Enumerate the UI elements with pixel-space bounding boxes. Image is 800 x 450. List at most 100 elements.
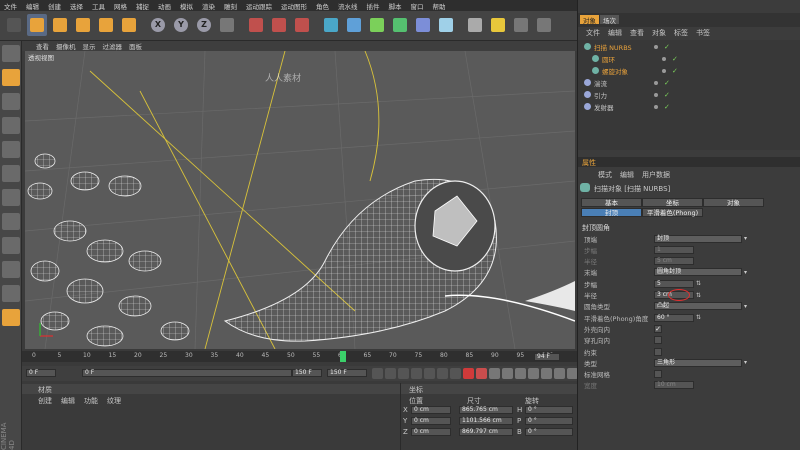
attr-tab-3[interactable]: 封顶 xyxy=(581,208,642,217)
polygons-mode-icon[interactable] xyxy=(2,165,20,182)
menu-item-2[interactable]: 创建 xyxy=(48,1,61,11)
object-row[interactable]: 扫描 NURBS ✓ xyxy=(578,42,800,52)
attributes-menu-item-2[interactable]: 用户数据 xyxy=(642,170,670,180)
menu-item-16[interactable]: 脚本 xyxy=(389,1,402,11)
menu-item-0[interactable]: 文件 xyxy=(4,1,17,11)
model-mode-icon[interactable] xyxy=(2,45,20,62)
tab-objects[interactable]: 对象 xyxy=(580,15,599,25)
object-menu-item-2[interactable]: 查看 xyxy=(630,28,644,38)
y-axis-icon[interactable]: Y xyxy=(171,14,191,36)
tab-takes[interactable]: 场次 xyxy=(600,15,619,25)
enabled-check-icon[interactable]: ✓ xyxy=(672,55,678,63)
end-field[interactable]: 150 F xyxy=(327,369,367,377)
object-row[interactable]: 引力 ✓ xyxy=(578,90,800,100)
coord-size-field[interactable]: 1101.566 cm xyxy=(459,417,513,425)
play-icon[interactable] xyxy=(411,368,422,379)
stepper-icon[interactable]: ⇅ xyxy=(696,314,701,321)
object-menu-item-3[interactable]: 对象 xyxy=(652,28,666,38)
current-frame-field[interactable]: 94 F xyxy=(534,353,560,361)
undo-icon[interactable] xyxy=(4,14,24,36)
viewport-menu-item-3[interactable]: 过滤器 xyxy=(103,41,123,51)
range-start-field[interactable]: 0 F xyxy=(82,369,292,377)
layout-icon[interactable] xyxy=(511,14,531,36)
render-icon[interactable] xyxy=(269,14,289,36)
uv-mode-icon[interactable] xyxy=(2,189,20,206)
scene-icon[interactable] xyxy=(436,14,456,36)
deformer-icon[interactable] xyxy=(413,14,433,36)
rotate-icon[interactable] xyxy=(96,14,116,36)
material-menu-item-3[interactable]: 纹理 xyxy=(107,396,121,406)
light-icon[interactable] xyxy=(488,14,508,36)
coord-rotation-field[interactable]: 0 ° xyxy=(525,406,573,414)
attributes-menu-item-0[interactable]: 模式 xyxy=(598,170,612,180)
cube-icon[interactable] xyxy=(321,14,341,36)
timeline[interactable]: 0510152025303540455055606570758085909510… xyxy=(22,349,578,383)
menu-item-10[interactable]: 雕刻 xyxy=(224,1,237,11)
coord-position-field[interactable]: 0 cm xyxy=(411,417,451,425)
attr-checkbox[interactable] xyxy=(654,347,662,356)
object-row[interactable]: 湍流 ✓ xyxy=(578,78,800,88)
enabled-check-icon[interactable]: ✓ xyxy=(672,67,678,75)
attr-field[interactable]: 5 xyxy=(654,279,694,288)
material-menu-item-0[interactable]: 创建 xyxy=(38,396,52,406)
enabled-check-icon[interactable]: ✓ xyxy=(664,103,670,111)
coord-position-field[interactable]: 0 cm xyxy=(411,428,451,436)
menu-item-7[interactable]: 动画 xyxy=(158,1,171,11)
rotate-key-icon[interactable] xyxy=(528,368,539,379)
next-frame-icon[interactable] xyxy=(424,368,435,379)
sculpt-icon[interactable] xyxy=(2,309,20,326)
grid-icon[interactable] xyxy=(534,14,554,36)
attr-tab-1[interactable]: 坐标 xyxy=(642,198,703,207)
object-menu-item-1[interactable]: 编辑 xyxy=(608,28,622,38)
select-icon[interactable] xyxy=(27,14,47,36)
scale-icon[interactable] xyxy=(73,14,93,36)
scale-key-icon[interactable] xyxy=(515,368,526,379)
menu-item-11[interactable]: 运动跟踪 xyxy=(246,1,272,11)
menu-item-6[interactable]: 捕捉 xyxy=(136,1,149,11)
record-icon[interactable] xyxy=(463,368,474,379)
last-frame-icon[interactable] xyxy=(450,368,461,379)
menu-item-3[interactable]: 选择 xyxy=(70,1,83,11)
render-settings-icon[interactable] xyxy=(292,14,312,36)
autokey-icon[interactable] xyxy=(476,368,487,379)
subdivision-icon[interactable] xyxy=(367,14,387,36)
attr-checkbox[interactable] xyxy=(654,370,662,379)
enabled-check-icon[interactable]: ✓ xyxy=(664,79,670,87)
coord-size-field[interactable]: 865.765 cm xyxy=(459,406,513,414)
prev-frame-icon[interactable] xyxy=(398,368,409,379)
snap-icon[interactable] xyxy=(2,213,20,230)
param-key-icon[interactable] xyxy=(541,368,552,379)
menu-item-8[interactable]: 模拟 xyxy=(180,1,193,11)
next-key-icon[interactable] xyxy=(437,368,448,379)
menu-item-4[interactable]: 工具 xyxy=(92,1,105,11)
edges-mode-icon[interactable] xyxy=(2,141,20,158)
camera-icon[interactable] xyxy=(465,14,485,36)
visibility-dot-icon[interactable] xyxy=(662,68,666,73)
render-view-icon[interactable] xyxy=(246,14,266,36)
object-menu-item-0[interactable]: 文件 xyxy=(586,28,600,38)
enabled-check-icon[interactable]: ✓ xyxy=(664,91,670,99)
menu-item-17[interactable]: 窗口 xyxy=(411,1,424,11)
paint-icon[interactable] xyxy=(2,285,20,302)
x-axis-icon[interactable]: X xyxy=(148,14,168,36)
menu-item-12[interactable]: 运动图形 xyxy=(281,1,307,11)
menu-item-5[interactable]: 网格 xyxy=(114,1,127,11)
keyframe-icon[interactable] xyxy=(489,368,500,379)
enabled-check-icon[interactable]: ✓ xyxy=(664,43,670,51)
menu-item-13[interactable]: 角色 xyxy=(316,1,329,11)
menu-item-1[interactable]: 编辑 xyxy=(26,1,39,11)
move-icon[interactable] xyxy=(50,14,70,36)
object-row[interactable]: 发射器 ✓ xyxy=(578,102,800,112)
attr-dropdown[interactable]: 三角形 xyxy=(654,358,742,367)
first-frame-icon[interactable] xyxy=(372,368,383,379)
playhead[interactable] xyxy=(340,351,346,362)
workplane-icon[interactable] xyxy=(2,93,20,110)
move-key-icon[interactable] xyxy=(502,368,513,379)
menu-item-15[interactable]: 插件 xyxy=(367,1,380,11)
object-menu-item-5[interactable]: 书签 xyxy=(696,28,710,38)
coord-rotation-field[interactable]: 0 ° xyxy=(525,428,573,436)
attr-tab-0[interactable]: 基本 xyxy=(581,198,642,207)
viewport[interactable]: 透视视图 人人素材 xyxy=(25,51,575,349)
start-field[interactable]: 0 F xyxy=(26,369,56,377)
add-icon[interactable] xyxy=(119,14,139,36)
